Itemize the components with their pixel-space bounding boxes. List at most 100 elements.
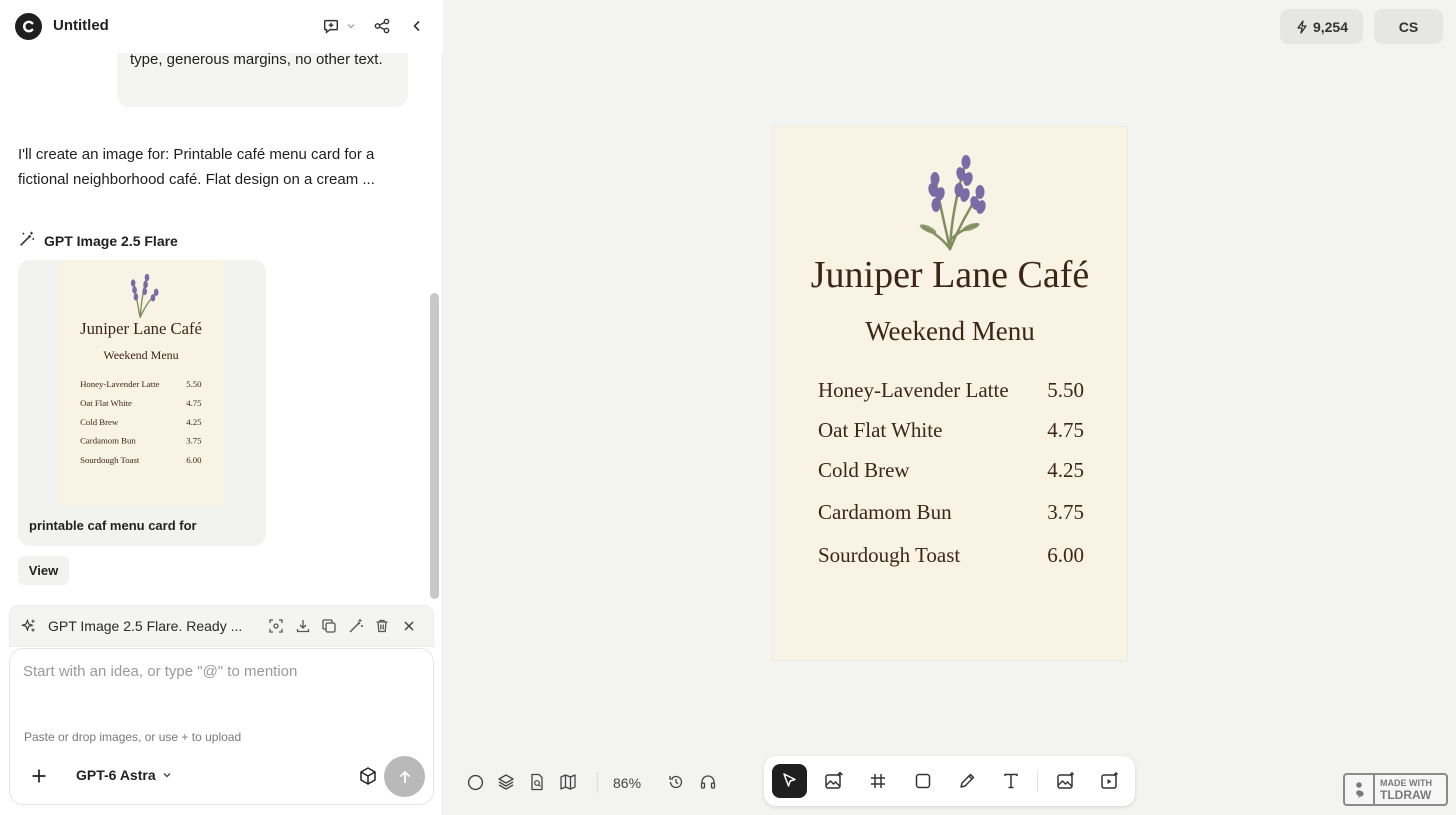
frame-tool[interactable]: [860, 764, 895, 798]
menu-item-name: Cardamom Bun: [818, 500, 952, 524]
generation-model-row: GPT Image 2.5 Flare: [18, 230, 178, 251]
model-selector[interactable]: GPT-6 Astra: [76, 767, 172, 783]
select-tool[interactable]: [772, 764, 807, 798]
chat-thread: type, generous margins, no other text. I…: [0, 53, 427, 605]
square-icon: [915, 773, 930, 789]
chat-panel: Untitled type, generous margins, no othe…: [0, 0, 443, 815]
pen-tool[interactable]: [949, 764, 984, 798]
page-search-icon[interactable]: [527, 772, 547, 792]
user-message-text: type, generous margins, no other text.: [130, 53, 383, 68]
menu-item-name: Oat Flat White: [818, 418, 943, 442]
comment-add-icon[interactable]: [321, 16, 341, 36]
prompt-composer: Paste or drop images, or use + to upload…: [9, 648, 434, 805]
status-text: GPT Image 2.5 Flare. Ready ...: [48, 618, 243, 634]
focus-icon[interactable]: [268, 618, 284, 634]
badge-line-1: MADE WITH: [1380, 777, 1432, 788]
share-icon[interactable]: [372, 16, 392, 36]
svg-text:Sourdough Toast: Sourdough Toast: [80, 455, 140, 465]
text-icon: [1003, 773, 1018, 789]
sparkle-icon: [21, 618, 37, 634]
chevron-down-icon[interactable]: [344, 16, 358, 36]
chat-scrollbar-thumb[interactable]: [430, 293, 439, 599]
ai-image-icon: [1056, 772, 1074, 789]
menu-item-price: 3.75: [1047, 500, 1084, 524]
generate-video-tool[interactable]: [1092, 764, 1127, 798]
menu-title: Juniper Lane Café: [810, 254, 1090, 296]
menu-item: Honey-Lavender Latte 5.50: [818, 378, 1084, 403]
svg-text:Honey-Lavender Latte: Honey-Lavender Latte: [80, 379, 160, 389]
menu-item-price: 6.00: [1047, 543, 1084, 567]
map-icon[interactable]: [558, 772, 578, 792]
close-icon[interactable]: [401, 618, 417, 634]
menu-item-price: 4.25: [1047, 458, 1084, 482]
menu-item-price: 4.75: [1047, 418, 1084, 442]
edit-magic-icon[interactable]: [348, 618, 364, 634]
menu-item: Cold Brew 4.25: [818, 458, 1084, 483]
menu-subtitle: Weekend Menu: [865, 316, 1035, 346]
upload-hint: Paste or drop images, or use + to upload: [24, 730, 242, 744]
arrow-up-icon: [399, 770, 410, 783]
panel-header: Untitled: [0, 0, 443, 53]
history-icon[interactable]: [666, 772, 686, 792]
3d-model-button[interactable]: [358, 766, 378, 786]
trash-icon[interactable]: [374, 618, 390, 634]
document-title[interactable]: Untitled: [53, 17, 109, 34]
generated-image-card[interactable]: Juniper Lane Café Weekend Menu Honey-Lav…: [18, 260, 266, 546]
menu-item: Cardamom Bun 3.75: [818, 500, 1084, 525]
toolbar-divider: [597, 772, 598, 794]
view-button[interactable]: View: [18, 556, 69, 585]
menu-thumbnail-art: Juniper Lane Café Weekend Menu Honey-Lav…: [80, 273, 202, 465]
image-upload-tool[interactable]: [816, 764, 851, 798]
add-attachment-button[interactable]: [29, 766, 49, 786]
badge-line-2: TLDRAW: [1380, 787, 1432, 802]
assistant-message: I'll create an image for: Printable café…: [18, 146, 375, 188]
headset-icon[interactable]: [698, 772, 718, 792]
copy-icon[interactable]: [321, 618, 337, 634]
svg-text:3.75: 3.75: [186, 436, 202, 446]
user-avatar-button[interactable]: CS: [1374, 9, 1443, 44]
chevron-down-icon: [163, 773, 171, 778]
toolbar-divider: [1037, 770, 1038, 792]
generation-model-name: GPT Image 2.5 Flare: [44, 232, 178, 249]
credits-count: 9,254: [1312, 18, 1349, 35]
svg-text:4.25: 4.25: [186, 417, 202, 427]
menu-item-name: Sourdough Toast: [818, 543, 961, 567]
image-upload-icon: [824, 771, 843, 789]
send-button[interactable]: [384, 756, 425, 797]
thumb-title: Juniper Lane Café: [80, 319, 202, 338]
svg-text:6.00: 6.00: [186, 455, 202, 465]
hash-frame-icon: [870, 774, 885, 788]
circle-shape-icon[interactable]: [465, 772, 485, 792]
drawing-toolbar: [764, 756, 1135, 806]
user-message-bubble: type, generous margins, no other text.: [117, 53, 408, 107]
menu-item-name: Cold Brew: [818, 458, 910, 482]
menu-item-price: 5.50: [1047, 378, 1084, 402]
cube-icon: [360, 767, 376, 785]
text-tool[interactable]: [993, 764, 1028, 798]
thumb-subtitle: Weekend Menu: [103, 348, 178, 362]
credits-button[interactable]: 9,254: [1280, 9, 1363, 44]
pencil-icon: [959, 773, 974, 788]
download-icon[interactable]: [295, 618, 311, 634]
menu-item-name: Honey-Lavender Latte: [818, 378, 1009, 402]
svg-text:Cold Brew: Cold Brew: [80, 417, 119, 427]
generated-image-thumbnail[interactable]: Juniper Lane Café Weekend Menu Honey-Lav…: [58, 260, 224, 506]
menu-item: Sourdough Toast 6.00: [818, 543, 1084, 568]
generate-image-tool[interactable]: [1048, 764, 1083, 798]
zoom-level[interactable]: 86%: [613, 775, 641, 791]
app-logo-icon[interactable]: [15, 13, 42, 40]
svg-text:5.50: 5.50: [186, 379, 202, 389]
svg-text:4.75: 4.75: [186, 398, 202, 408]
svg-text:Cardamom Bun: Cardamom Bun: [80, 436, 136, 446]
lightning-icon: [1297, 19, 1307, 34]
collapse-panel-icon[interactable]: [407, 16, 427, 36]
ai-video-icon: [1100, 772, 1118, 789]
made-with-tldraw-badge[interactable]: MADE WITH TLDRAW: [1343, 773, 1448, 806]
rectangle-tool[interactable]: [905, 764, 940, 798]
generation-status-bar: GPT Image 2.5 Flare. Ready ...: [9, 605, 434, 647]
prompt-input[interactable]: [23, 663, 418, 680]
tldraw-logo-icon: [1345, 775, 1375, 804]
chat-scrollbar[interactable]: [427, 53, 443, 605]
layers-icon[interactable]: [496, 772, 516, 792]
svg-text:Oat Flat White: Oat Flat White: [80, 398, 132, 408]
